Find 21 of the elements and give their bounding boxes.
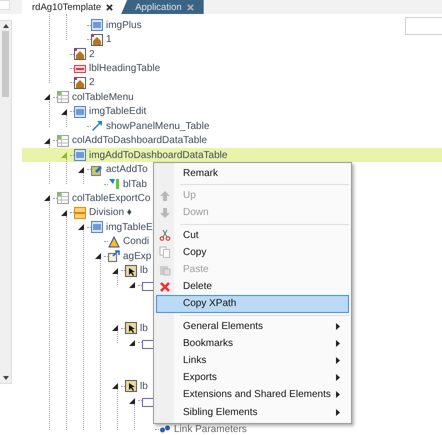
node-label: colTableMenu <box>72 92 134 103</box>
node-label: agExp <box>123 250 152 262</box>
node-label: imgAddToDashboardDataTable <box>89 150 228 161</box>
node-label: imgTableEdit <box>89 106 146 118</box>
node-label: lb <box>140 265 148 276</box>
node-label: 2 <box>89 48 95 60</box>
node-label: colAddToDashboardDataTable <box>72 135 208 146</box>
node-label: lb <box>140 380 148 392</box>
node-label: lb <box>140 322 148 334</box>
node-label: imgPlus <box>106 20 142 31</box>
node-label: Division ♦ <box>89 207 132 218</box>
node-label: imgTableE <box>106 222 153 233</box>
node-label: lblHeadingTable <box>89 63 160 74</box>
node-label: Condi <box>123 236 150 248</box>
node-label: 1 <box>106 34 112 46</box>
node-label: blTab <box>123 178 147 190</box>
node-label: 2 <box>89 77 95 88</box>
node-label: Link Parameters <box>174 424 247 435</box>
node-label: showPanelMenu_Table <box>106 120 210 132</box>
node-label: actAddTo <box>106 164 148 176</box>
node-label: colTableExportCo <box>72 192 150 204</box>
